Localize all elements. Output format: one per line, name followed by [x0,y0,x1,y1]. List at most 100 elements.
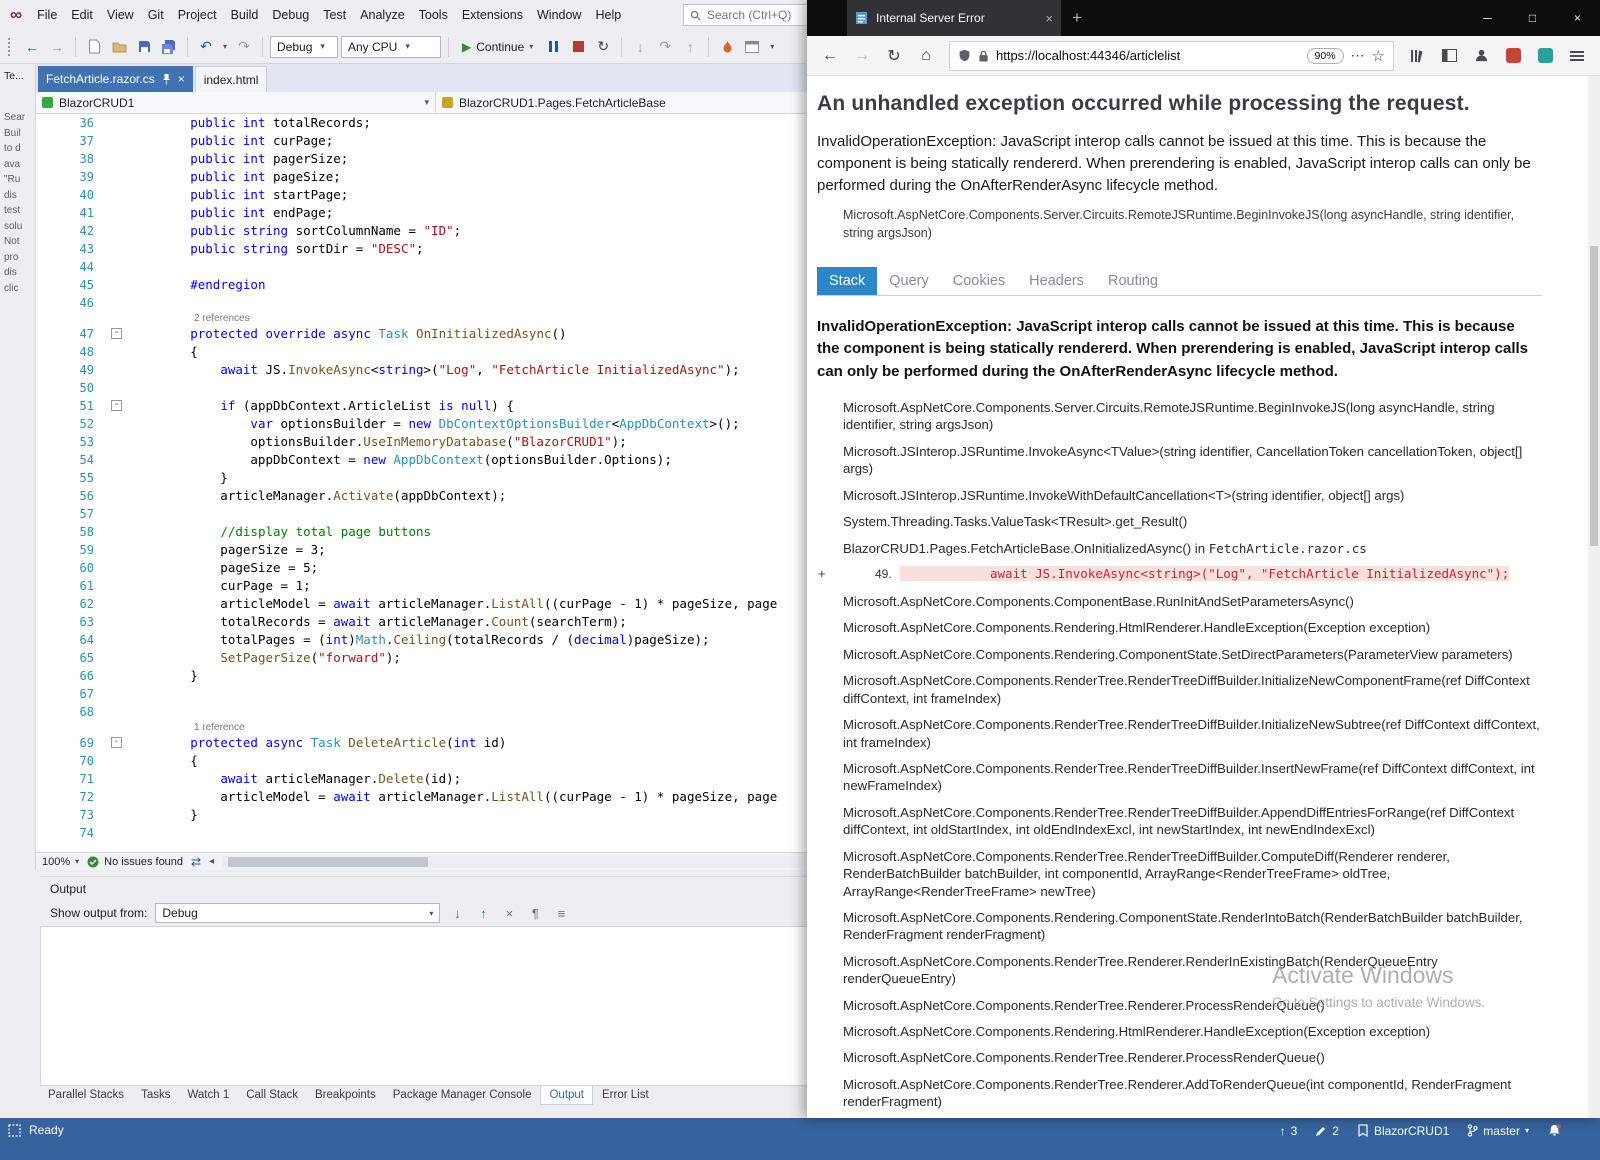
page-actions-icon[interactable]: ⋯ [1351,47,1365,64]
word-wrap-icon[interactable]: ¶ [526,904,544,922]
test-explorer-collapsed-panel[interactable]: Te... Sear Buil to d ava "Ru dis test solu Not pr… [0,64,36,870]
continue-debug-button[interactable]: ▶ Continue ▾ [456,35,539,59]
panel-tab-tasks[interactable]: Tasks [133,1086,178,1104]
goto-next-message-icon[interactable]: ↑ [474,904,492,922]
scrollbar-thumb[interactable] [1590,246,1598,546]
fold-toggle[interactable]: - [106,397,130,415]
git-pending-changes[interactable]: 2 [1315,1124,1339,1138]
tracking-shield-icon[interactable] [958,48,971,63]
panel-tab-watch-1[interactable]: Watch 1 [179,1086,237,1104]
project-dropdown[interactable]: BlazorCRUD1 ▾ [36,92,436,113]
issues-indicator[interactable]: No issues found [87,856,183,868]
menu-build[interactable]: Build [224,4,266,26]
tab-fetcharticle-razor-cs[interactable]: FetchArticle.razor.cs × [38,66,193,92]
application-window-icon[interactable] [741,36,763,58]
close-button[interactable]: × [1555,0,1600,36]
error-tab-headers[interactable]: Headers [1017,267,1096,295]
redo-icon[interactable]: ↷ [233,36,255,58]
step-over-icon[interactable]: ↷ [654,36,676,58]
pin-icon[interactable] [162,73,171,85]
extension-icon-2[interactable] [1530,41,1560,71]
error-tab-routing[interactable]: Routing [1096,267,1170,295]
menu-hamburger-icon[interactable] [1562,41,1592,71]
sidebars-icon[interactable] [1434,41,1464,71]
pause-icon[interactable] [542,36,564,58]
git-branch-picker[interactable]: master ▾ [1467,1124,1529,1138]
navigate-forward-icon[interactable]: → [46,36,68,58]
panel-tab-call-stack[interactable]: Call Stack [238,1086,306,1104]
git-unpushed-commits[interactable]: ↑ 3 [1280,1124,1298,1138]
panel-tab-parallel-stacks[interactable]: Parallel Stacks [40,1086,132,1104]
extension-icon-1[interactable] [1498,41,1528,71]
open-file-icon[interactable] [108,36,130,58]
menu-project[interactable]: Project [171,4,224,26]
forward-button[interactable]: → [847,41,877,71]
browser-tab[interactable]: Internal Server Error × [847,0,1061,36]
tab-close-icon[interactable]: × [1045,11,1053,26]
panel-tab-output[interactable]: Output [540,1086,594,1105]
solution-configuration-dropdown[interactable]: Debug ▾ [270,35,338,58]
zoom-level-badge[interactable]: 90% [1306,47,1344,64]
compare-arrows-icon[interactable]: ⇄ [191,855,201,869]
git-repository-picker[interactable]: BlazorCRUD1 [1357,1124,1449,1138]
save-all-icon[interactable] [158,36,180,58]
expand-frame-button[interactable]: + [818,566,826,581]
menu-git[interactable]: Git [141,4,171,26]
stop-debug-icon[interactable] [567,36,589,58]
fold-toggle[interactable]: - [106,734,130,752]
solution-platform-dropdown[interactable]: Any CPU ▾ [341,35,441,58]
new-tab-button[interactable]: + [1061,0,1093,36]
scroll-left-icon[interactable]: ◂ [209,856,214,867]
error-tab-cookies[interactable]: Cookies [941,267,1017,295]
panel-tab-package-manager-console[interactable]: Package Manager Console [385,1086,540,1104]
menu-extensions[interactable]: Extensions [455,4,530,26]
error-tab-stack[interactable]: Stack [817,266,878,295]
toggle-output-icon[interactable]: ≡ [552,904,570,922]
panel-tab-breakpoints[interactable]: Breakpoints [307,1086,384,1104]
editor-zoom-dropdown[interactable]: 100% ▾ [42,856,79,868]
clear-all-icon[interactable]: × [500,904,518,922]
page-scrollbar[interactable] [1588,76,1600,1118]
restart-icon[interactable]: ↻ [592,36,614,58]
new-file-icon[interactable] [83,36,105,58]
error-tab-query[interactable]: Query [877,267,941,295]
menu-edit[interactable]: Edit [64,4,100,26]
undo-icon[interactable]: ↶ [195,36,217,58]
account-icon[interactable] [1466,41,1496,71]
fold-toggle[interactable]: - [106,325,130,343]
home-button[interactable]: ⌂ [911,41,941,71]
menu-help[interactable]: Help [588,4,628,26]
menu-window[interactable]: Window [530,4,588,26]
lock-icon[interactable] [978,49,989,63]
panel-tab-error-list[interactable]: Error List [594,1086,657,1104]
menu-view[interactable]: View [100,4,141,26]
maximize-button[interactable]: □ [1510,0,1555,36]
reload-button[interactable]: ↻ [879,41,909,71]
url-text[interactable]: https://localhost:44346/articlelist [996,48,1300,63]
hot-reload-icon[interactable] [716,36,738,58]
undo-dropdown-caret[interactable]: ▾ [220,36,230,58]
bookmark-star-icon[interactable]: ☆ [1372,47,1385,65]
menu-tools[interactable]: Tools [412,4,455,26]
library-icon[interactable] [1402,41,1432,71]
toolbar-grip[interactable] [8,37,12,56]
menu-analyze[interactable]: Analyze [353,4,411,26]
menu-test[interactable]: Test [316,4,353,26]
menu-file[interactable]: File [30,4,64,26]
save-icon[interactable] [133,36,155,58]
scrollbar-thumb[interactable] [228,856,429,867]
url-bar[interactable]: https://localhost:44346/articlelist 90% … [949,40,1394,71]
notifications-bell-icon[interactable] [1547,1123,1562,1138]
tab-index-html[interactable]: index.html [194,66,268,92]
step-into-icon[interactable]: ↓ [629,36,651,58]
navigate-back-icon[interactable]: ← [21,36,43,58]
close-tab-icon[interactable]: × [178,73,185,85]
back-button[interactable]: ← [815,41,845,71]
output-source-dropdown[interactable]: Debug ▾ [155,903,441,923]
menu-debug[interactable]: Debug [265,4,316,26]
goto-previous-message-icon[interactable]: ↓ [448,904,466,922]
minimize-button[interactable]: ─ [1465,0,1510,36]
step-out-icon[interactable]: ↑ [679,36,701,58]
background-tasks-icon[interactable] [8,1123,21,1137]
toolbar-overflow-caret[interactable]: ▾ [766,36,778,58]
